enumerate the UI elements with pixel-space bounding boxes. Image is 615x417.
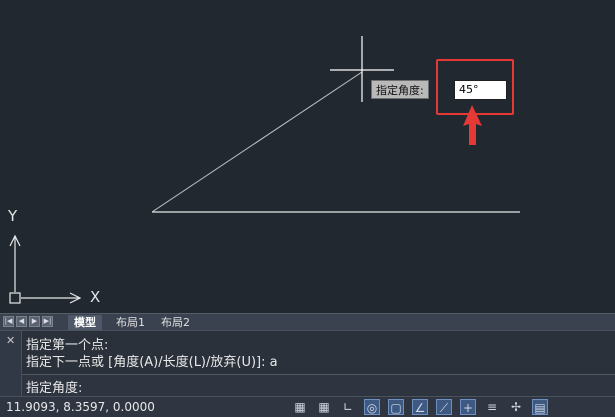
prev-tab-icon[interactable]: ◀ bbox=[16, 316, 27, 327]
status-bar: 11.9093, 8.3597, 0.0000 ▦ ▦ ∟ ◎ ▢ ∠ ⟋ + … bbox=[0, 396, 615, 417]
tab-layout1[interactable]: 布局1 bbox=[110, 315, 151, 330]
drawing-svg bbox=[9, 36, 520, 304]
ucs-y-label: Y bbox=[8, 207, 18, 225]
command-gutter: ✕ bbox=[0, 331, 22, 397]
angle-input[interactable]: 45° bbox=[454, 80, 507, 100]
annotation-icon[interactable]: ▤ bbox=[532, 399, 548, 415]
command-input[interactable]: 指定角度: bbox=[22, 374, 615, 396]
first-tab-icon[interactable]: |◀ bbox=[3, 316, 14, 327]
polar-icon[interactable]: ◎ bbox=[364, 399, 380, 415]
otrack-icon[interactable]: ∠ bbox=[412, 399, 428, 415]
drawing-canvas[interactable]: Y X 指定角度: 45° bbox=[0, 0, 615, 313]
osnap-icon[interactable]: ▢ bbox=[388, 399, 404, 415]
tab-model[interactable]: 模型 bbox=[68, 315, 102, 330]
lineweight-icon[interactable]: ≡ bbox=[484, 399, 500, 415]
last-tab-icon[interactable]: ▶| bbox=[42, 316, 53, 327]
close-icon[interactable]: ✕ bbox=[6, 334, 15, 347]
ortho-icon[interactable]: ∟ bbox=[340, 399, 356, 415]
ucs-x-label: X bbox=[90, 288, 101, 306]
angled-line bbox=[151, 71, 363, 213]
tab-layout2[interactable]: 布局2 bbox=[155, 315, 196, 330]
dynamic-ucs-icon[interactable]: ⟋ bbox=[436, 399, 452, 415]
command-history-line: 指定下一点或 [角度(A)/长度(L)/放弃(U)]: a bbox=[26, 355, 278, 370]
grid-icon[interactable]: ▦ bbox=[316, 399, 332, 415]
ucs-icon bbox=[9, 234, 82, 304]
snap-icon[interactable]: ▦ bbox=[292, 399, 308, 415]
command-window: ✕ 指定第一个点: 指定下一点或 [角度(A)/长度(L)/放弃(U)]: a … bbox=[0, 330, 615, 397]
next-tab-icon[interactable]: ▶ bbox=[29, 316, 40, 327]
layout-tab-bar: |◀ ◀ ▶ ▶| 模型 布局1 布局2 bbox=[0, 313, 615, 330]
command-prompt: 指定角度: bbox=[26, 381, 83, 396]
angle-prompt-label: 指定角度: bbox=[371, 80, 429, 99]
dynamic-input-icon[interactable]: + bbox=[460, 399, 476, 415]
coordinate-readout: 11.9093, 8.3597, 0.0000 bbox=[6, 400, 155, 414]
selection-cycling-icon[interactable]: ✢ bbox=[508, 399, 524, 415]
